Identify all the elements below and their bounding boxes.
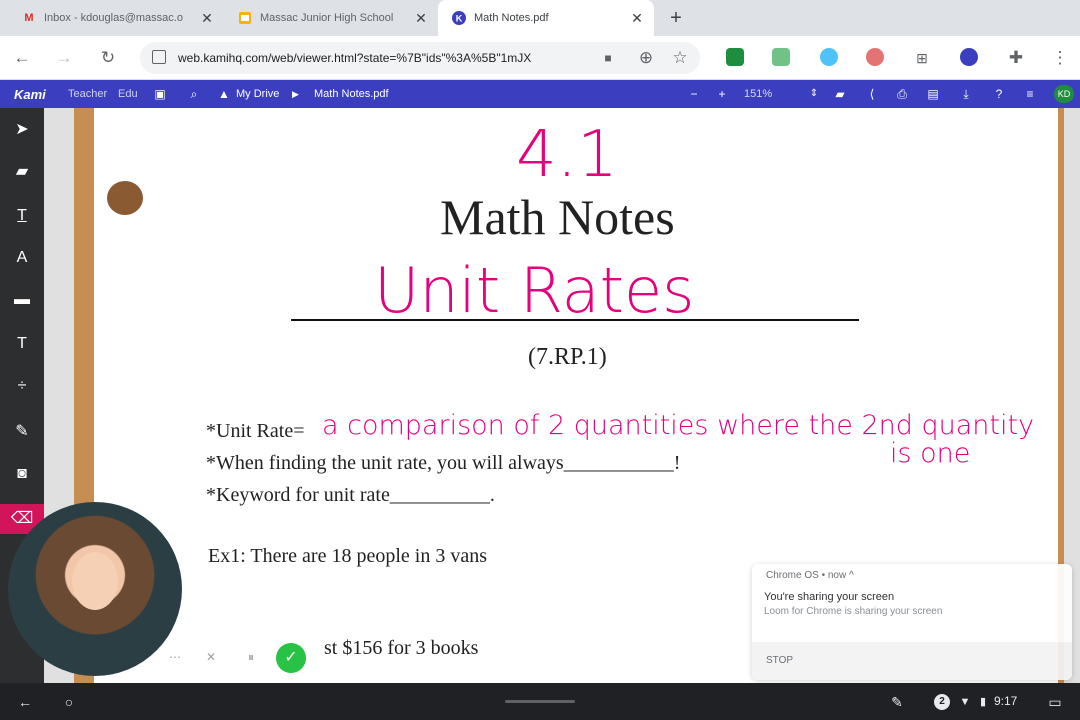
kami-header: Kami Teacher Edu ▣ ⌕ ▲ My Drive ▶ Math N… xyxy=(0,80,1080,108)
star-icon[interactable]: ☆ xyxy=(668,46,692,70)
stop-label: STOP xyxy=(766,655,794,666)
edu-mode[interactable]: Edu xyxy=(118,88,138,100)
folder-icon[interactable]: ▰ xyxy=(832,86,848,102)
select-tool-icon[interactable]: ➤ xyxy=(10,118,34,142)
window-icon[interactable]: ▭ xyxy=(1046,693,1064,711)
tab-inbox[interactable]: M Inbox - kdouglas@massac.o ✕ xyxy=(8,0,224,36)
save-icon[interactable]: ▤ xyxy=(925,86,941,102)
more-icon[interactable]: ⋯ xyxy=(166,648,184,666)
fit-icon[interactable]: ⇕ xyxy=(806,86,822,102)
print-icon[interactable]: ⎙ xyxy=(894,86,910,102)
chevron-right-icon: ▶ xyxy=(292,89,299,99)
acorn-decoration xyxy=(100,178,144,238)
finding-unit-rate-line: *When finding the unit rate, you will al… xyxy=(206,452,681,474)
back-nav-icon[interactable]: ← xyxy=(16,693,34,711)
new-tab-button[interactable]: + xyxy=(664,6,688,30)
example-2-partial: st $156 for 3 books xyxy=(324,637,479,659)
breadcrumb-file: Math Notes.pdf xyxy=(314,88,389,100)
close-icon[interactable]: ✕ xyxy=(198,10,216,27)
example-1: Ex1: There are 18 people in 3 vans xyxy=(208,545,487,567)
clock[interactable]: 9:17 xyxy=(994,694,1017,708)
highlight-tool-icon[interactable]: ▰ xyxy=(10,160,34,184)
notification-title: You're sharing your screen xyxy=(764,591,895,603)
notification-message: Loom for Chrome is sharing your screen xyxy=(764,606,943,617)
keyword-line: *Keyword for unit rate__________. xyxy=(206,484,495,506)
kami-logo: Kami xyxy=(14,87,46,102)
google-sites-icon xyxy=(238,11,252,25)
extension-blue-icon[interactable] xyxy=(820,48,838,66)
drive-icon: ▲ xyxy=(218,87,230,101)
kami-icon: K xyxy=(452,11,466,25)
reload-icon[interactable]: ↻ xyxy=(96,46,120,70)
stop-sharing-button[interactable]: STOP xyxy=(752,642,1072,680)
text-tool-icon[interactable]: T xyxy=(10,332,34,356)
extension-loom-icon[interactable] xyxy=(866,48,884,66)
stylus-icon[interactable]: ✎ xyxy=(888,693,906,711)
sidebar-toggle-icon[interactable]: ▣ xyxy=(152,86,168,102)
help-icon[interactable]: ? xyxy=(991,86,1007,102)
search-icon[interactable]: ⌕ xyxy=(186,86,202,102)
browser-toolbar: ← → ↻ web.kamihq.com/web/viewer.html?sta… xyxy=(0,36,1080,80)
screen-sharing-notification: Chrome OS • now ^ You're sharing your sc… xyxy=(752,564,1072,680)
forward-icon[interactable]: → xyxy=(52,46,76,70)
url-text: web.kamihq.com/web/viewer.html?state=%7B… xyxy=(178,51,532,65)
notification-count[interactable]: 2 xyxy=(934,694,950,710)
equation-tool-icon[interactable]: ÷ xyxy=(10,374,34,398)
extension-sheets-icon[interactable] xyxy=(726,48,744,66)
finish-recording-button[interactable]: ✓ xyxy=(276,643,306,673)
topic-handwritten: Unit Rates xyxy=(374,254,695,327)
tab-math-notes[interactable]: K Math Notes.pdf ✕ xyxy=(438,0,654,36)
share-icon[interactable]: ⟨ xyxy=(864,86,880,102)
pause-icon[interactable]: ⏸ xyxy=(242,648,260,666)
system-shelf: ← ○ ✎ 2 ▼ ▮ 9:17 ▭ xyxy=(0,684,1080,720)
shapes-tool-icon[interactable]: ◙ xyxy=(10,462,34,486)
menu-icon[interactable]: ≡ xyxy=(1022,86,1038,102)
zoom-in-icon[interactable]: + xyxy=(714,86,730,102)
webcam-bubble[interactable] xyxy=(8,502,182,676)
tab-title: Math Notes.pdf xyxy=(474,12,549,24)
extension-grid-icon[interactable]: ⊞ xyxy=(910,46,934,70)
title-underline xyxy=(291,319,859,321)
zoom-level[interactable]: 151% xyxy=(744,88,772,100)
strikethrough-tool-icon[interactable]: A xyxy=(10,246,34,270)
draw-tool-icon[interactable]: ✎ xyxy=(10,420,34,444)
wifi-icon: ▼ xyxy=(959,696,971,708)
menu-dots-icon[interactable]: ⋮ xyxy=(1048,46,1072,70)
tab-massac[interactable]: Massac Junior High School ✕ xyxy=(224,0,438,36)
extension-kami-icon[interactable] xyxy=(960,48,978,66)
standard-code: (7.RP.1) xyxy=(528,344,607,370)
notification-source: Chrome OS • now ^ xyxy=(766,570,854,581)
svg-text:K: K xyxy=(456,14,463,24)
page-heading: Math Notes xyxy=(440,189,675,245)
underline-tool-icon[interactable]: T̲ xyxy=(10,204,34,228)
unit-rate-answer-cont: is one xyxy=(890,438,971,469)
close-icon[interactable]: ✕ xyxy=(412,10,430,27)
lock-icon xyxy=(152,50,166,64)
back-icon[interactable]: ← xyxy=(10,46,34,70)
tab-title: Massac Junior High School xyxy=(260,12,394,24)
camera-icon[interactable]: ■ xyxy=(596,46,620,70)
address-bar[interactable]: web.kamihq.com/web/viewer.html?state=%7B… xyxy=(140,42,700,74)
lesson-number: 4.1 xyxy=(516,118,618,192)
tab-title: Inbox - kdouglas@massac.o xyxy=(44,12,183,24)
presenter-face xyxy=(72,552,118,610)
user-avatar[interactable]: KD xyxy=(1054,85,1074,103)
close-icon[interactable]: ✕ xyxy=(628,10,646,27)
teacher-mode[interactable]: Teacher xyxy=(68,88,107,100)
breadcrumb-root[interactable]: My Drive xyxy=(236,88,279,100)
shelf-handle[interactable] xyxy=(505,700,575,703)
add-icon[interactable]: ⊕ xyxy=(634,46,658,70)
gmail-icon: M xyxy=(24,12,34,24)
zoom-out-icon[interactable]: − xyxy=(686,86,702,102)
cancel-recording-icon[interactable]: ✕ xyxy=(202,648,220,666)
puzzle-icon[interactable]: ✚ xyxy=(1004,46,1028,70)
tab-strip: M Inbox - kdouglas@massac.o ✕ Massac Jun… xyxy=(0,0,1080,36)
home-circle-icon[interactable]: ○ xyxy=(60,693,78,711)
comment-tool-icon[interactable]: ▬ xyxy=(10,288,34,312)
unit-rate-label: *Unit Rate= xyxy=(206,420,305,442)
download-icon[interactable]: ⤓ xyxy=(958,86,974,102)
extension-green-icon[interactable] xyxy=(772,48,790,66)
unit-rate-answer: a comparison of 2 quantities where the 2… xyxy=(322,410,1035,441)
battery-icon: ▮ xyxy=(979,696,987,708)
